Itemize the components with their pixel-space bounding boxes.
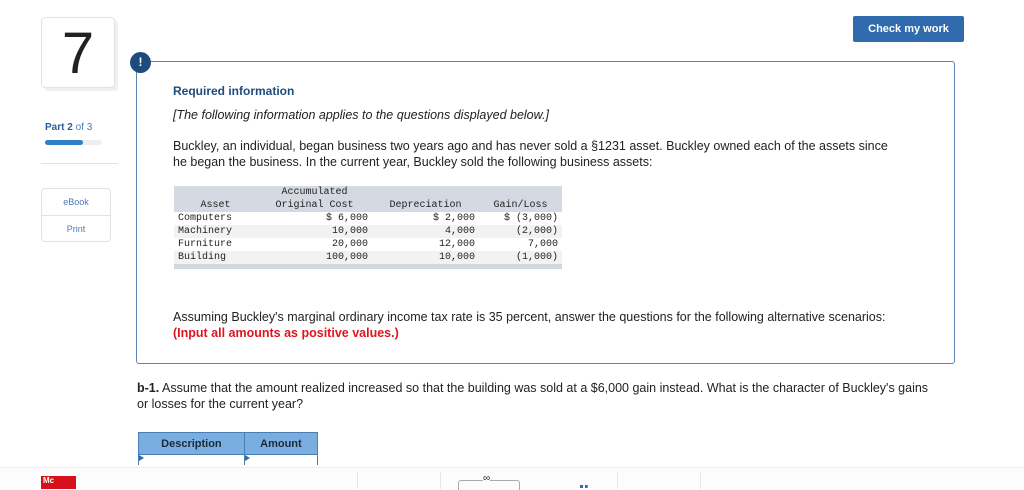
mcgraw-hill-logo: Mc — [41, 476, 76, 489]
asset-cell: 12,000 — [439, 239, 476, 250]
divider — [700, 472, 701, 489]
part-total: of 3 — [75, 122, 93, 133]
tools-panel: eBook Print — [41, 188, 111, 242]
footer-bar: Mc ∞ — [0, 467, 1024, 490]
link-icon: ∞ — [483, 473, 491, 484]
asset-cell: $ 2,000 — [433, 213, 476, 224]
col-header-depreciation: Depreciation — [372, 199, 480, 212]
description-dropdown[interactable] — [138, 454, 245, 465]
info-title: Required information — [173, 84, 295, 98]
col-header-original-cost: Original Cost — [256, 199, 372, 212]
part-progress-bar — [45, 140, 102, 145]
info-paragraph: Buckley, an individual, began business t… — [173, 139, 888, 169]
part-label: Part — [45, 122, 65, 133]
part-current: 2 — [67, 122, 73, 133]
info-intro: [The following information applies to th… — [173, 108, 549, 122]
answer-header-amount: Amount — [243, 432, 319, 455]
question-label: b-1. — [137, 381, 160, 395]
divider — [617, 472, 618, 489]
asset-row: Machinery 10,000 4,000 (2,000) — [174, 225, 562, 238]
asset-table: Accumulated Asset Original Cost Depreciati… — [174, 186, 562, 269]
instructions-text: Assuming Buckley's marginal ordinary inc… — [173, 310, 886, 324]
answer-table: Description Amount — [138, 432, 319, 465]
dropdown-marker-icon — [244, 455, 250, 461]
divider — [440, 472, 441, 489]
asset-cell: (1,000) — [479, 251, 562, 264]
question-number: 7 — [41, 17, 115, 88]
col-header-gain-loss: Gain/Loss — [479, 199, 562, 212]
col-header-accumulated: Accumulated — [256, 186, 372, 199]
link-button[interactable]: ∞ — [458, 473, 520, 490]
alert-icon: ! — [130, 52, 151, 73]
instructions-paragraph: Assuming Buckley's marginal ordinary inc… — [173, 309, 913, 341]
asset-cell: 100,000 — [256, 251, 372, 264]
divider — [41, 163, 118, 164]
instructions-note: (Input all amounts as positive values.) — [173, 326, 399, 340]
asset-cell: 10,000 — [372, 251, 480, 264]
asset-cell: $ (3,000) — [503, 213, 558, 224]
ebook-button[interactable]: eBook — [42, 189, 110, 215]
question-text: b-1. Assume that the amount realized inc… — [137, 380, 937, 412]
asset-cell: Furniture — [178, 239, 233, 250]
check-my-work-button[interactable]: Check my work — [853, 16, 964, 42]
progress-fill — [45, 140, 84, 145]
asset-cell: Computers — [178, 213, 233, 224]
asset-cell: $ 6,000 — [325, 213, 368, 224]
asset-cell: 4,000 — [372, 225, 480, 238]
question-body: Assume that the amount realized increase… — [137, 381, 929, 411]
asset-cell: 10,000 — [256, 225, 372, 238]
asset-cell: 7,000 — [527, 239, 558, 250]
asset-row: Furniture 20,000 12,000 7,000 — [174, 238, 562, 251]
amount-input[interactable] — [243, 454, 319, 465]
grid-icon[interactable] — [580, 485, 588, 489]
print-button[interactable]: Print — [42, 215, 110, 241]
part-indicator: Part 2 of 3 — [45, 122, 92, 133]
dropdown-marker-icon — [139, 455, 144, 461]
asset-cell: (2,000) — [479, 225, 562, 238]
asset-row: Building 100,000 10,000 (1,000) — [174, 251, 562, 264]
divider — [357, 472, 358, 489]
asset-cell: Building — [174, 251, 257, 264]
asset-cell: Machinery — [174, 225, 257, 238]
col-header-asset: Asset — [174, 199, 257, 212]
asset-cell: 20,000 — [331, 239, 368, 250]
asset-row: Computers $ 6,000 $ 2,000 $ (3,000) — [174, 212, 562, 225]
answer-header-description: Description — [138, 432, 245, 455]
